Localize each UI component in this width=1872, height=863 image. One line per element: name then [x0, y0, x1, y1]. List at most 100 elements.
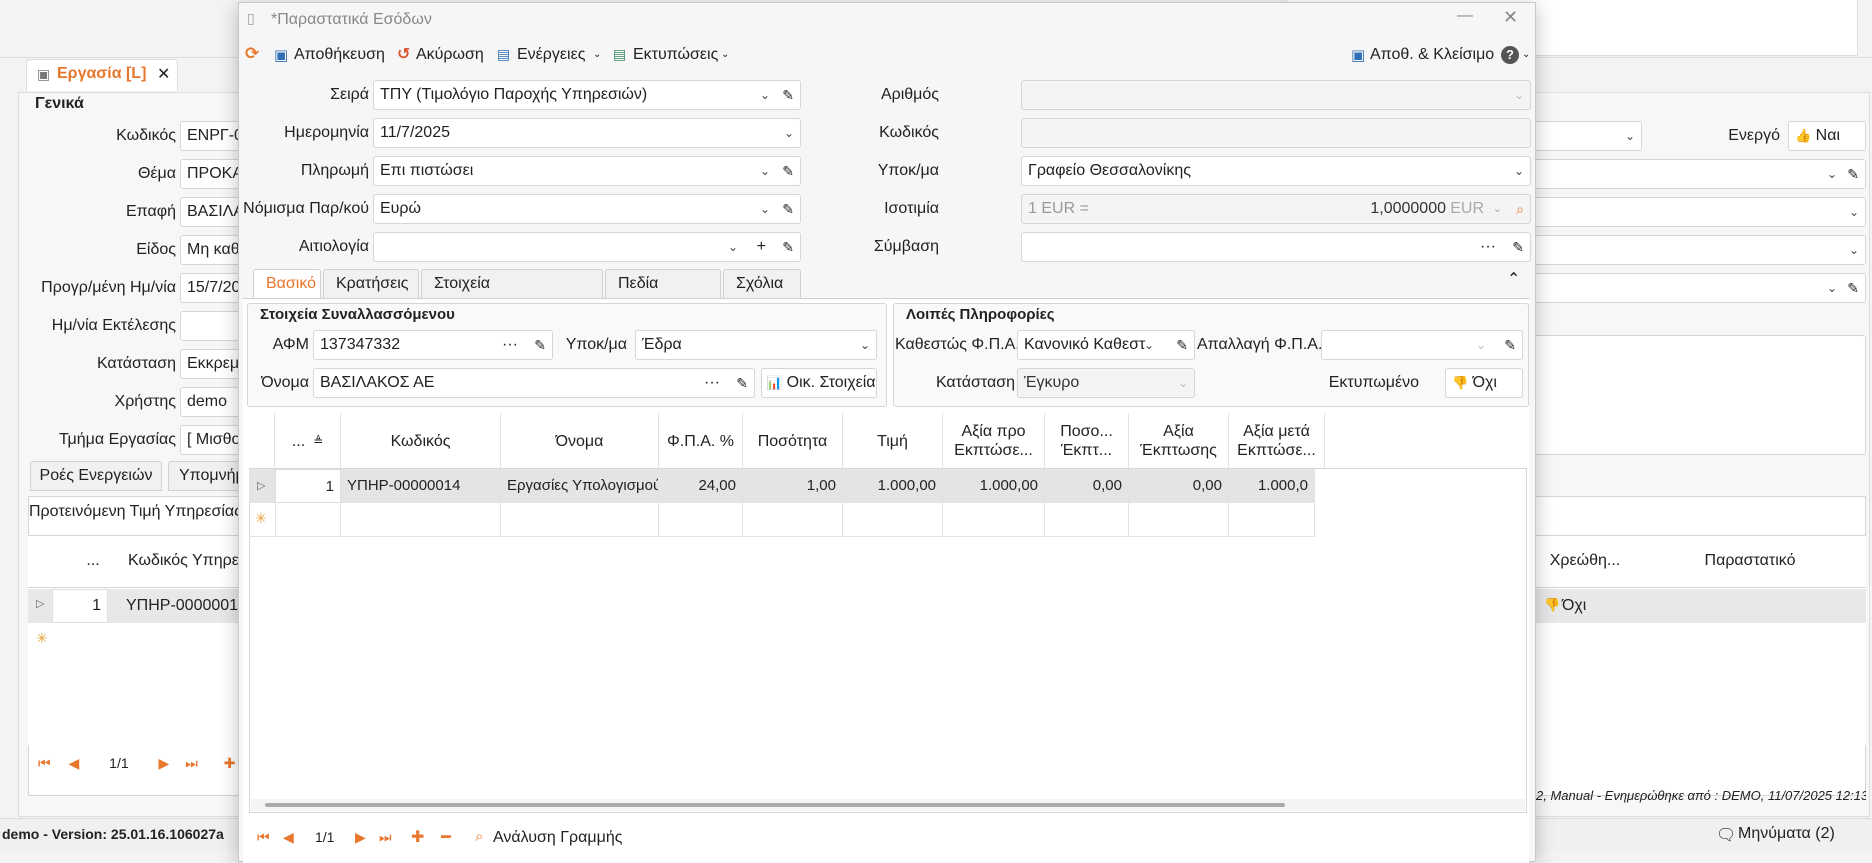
party-branch-select[interactable]: Έδρα ⌄ [635, 330, 877, 360]
save-close-button[interactable]: Αποθ. & Κλείσιμο [1370, 46, 1494, 64]
row-expand-icon[interactable]: ▷ [257, 479, 265, 492]
next-page-icon[interactable]: ▶ [159, 755, 170, 771]
currency-select[interactable]: Ευρώ ⌄ ✎ [373, 194, 801, 224]
state-select[interactable]: Έγκυρο ⌄ [1017, 368, 1195, 398]
grid-cell[interactable] [1129, 503, 1229, 537]
bg-field-right[interactable]: ⌄ [1530, 235, 1866, 265]
scrollbar-thumb[interactable] [265, 803, 1285, 807]
edit-icon[interactable]: ✎ [1504, 331, 1516, 359]
messages-icon[interactable]: 🗨 [1716, 825, 1736, 845]
bg-active-field[interactable]: 👍 Ναι [1788, 121, 1866, 151]
minimize-icon[interactable]: — [1457, 7, 1473, 25]
edit-icon[interactable]: ✎ [782, 233, 794, 261]
reason-select[interactable]: ⌄ + ✎ [373, 232, 801, 262]
first-page-icon[interactable]: ⏮ [38, 755, 51, 771]
horizontal-scrollbar[interactable] [251, 799, 1525, 811]
grid-cell[interactable] [1229, 503, 1315, 537]
edit-icon[interactable]: ✎ [1847, 274, 1859, 302]
grid-cell[interactable] [501, 503, 659, 537]
cancel-button[interactable]: Ακύρωση [416, 46, 484, 64]
payment-select[interactable]: Επι πιστώσει ⌄ ✎ [373, 156, 801, 186]
row-expand-icon[interactable]: ▷ [36, 597, 44, 610]
bg-field-right[interactable]: ⌄ ✎ [1530, 273, 1866, 303]
remove-row-icon[interactable]: ━ [441, 827, 451, 847]
edit-icon[interactable]: ✎ [782, 157, 794, 185]
next-page-icon[interactable]: ▶ [355, 829, 366, 846]
edit-icon[interactable]: ✎ [782, 195, 794, 223]
edit-icon[interactable]: ✎ [1512, 233, 1524, 261]
grid-cell-number[interactable]: 1 [275, 469, 341, 503]
grid-header-cell[interactable]: Αξία προ Εκπτώσε... [943, 413, 1045, 469]
bg-tab-task[interactable]: ▣ Εργασία [L] ✕ [26, 59, 178, 91]
grid-cell-discount-value[interactable]: 0,00 [1129, 469, 1229, 503]
grid-header-cell[interactable]: Τιμή [843, 413, 943, 469]
first-page-icon[interactable]: ⏮ [257, 829, 270, 846]
edit-icon[interactable]: ✎ [736, 369, 748, 397]
series-select[interactable]: ΤΠΥ (Τιμολόγιο Παροχής Υπηρεσιών) ⌄ ✎ [373, 80, 801, 110]
actions-menu[interactable]: Ενέργειες [517, 46, 585, 64]
help-icon[interactable]: ? [1501, 46, 1519, 64]
tab-user-fields[interactable]: Πεδία Χρήστη [605, 269, 721, 320]
close-icon[interactable]: ✕ [1503, 7, 1518, 28]
chevron-up-icon[interactable]: ⌃ [1507, 269, 1520, 289]
contract-field[interactable]: ··· ✎ [1021, 232, 1531, 262]
grid-cell-quantity[interactable]: 1,00 [743, 469, 843, 503]
add-row-icon[interactable]: ✚ [411, 827, 424, 847]
code-field[interactable] [1021, 118, 1531, 148]
edit-icon[interactable]: ✎ [534, 331, 546, 359]
bg-dropdown[interactable]: ⌄ [1530, 121, 1642, 151]
last-page-icon[interactable]: ⏭ [185, 755, 198, 771]
prints-menu[interactable]: Εκτυπώσεις [633, 46, 718, 64]
grid-cell-discount-percent[interactable]: 0,00 [1045, 469, 1129, 503]
vat-status-select[interactable]: Κανονικό Καθεστ ⌄ ✎ [1017, 330, 1195, 360]
grid-header-cell[interactable]: Αξία Έκπτωσης [1129, 413, 1229, 469]
grid-header-cell[interactable]: Ποσο... Έκπτ... [1045, 413, 1129, 469]
grid-cell-name[interactable]: Εργασίες Υπολογισμού /... [501, 469, 659, 503]
branch-select[interactable]: Γραφείο Θεσσαλονίκης ⌄ [1021, 156, 1531, 186]
number-field[interactable]: ⌄ [1021, 80, 1531, 110]
bg-subtab-notes[interactable]: Υπομνήμ [168, 461, 248, 491]
refresh-icon[interactable]: ⟳ [245, 44, 259, 64]
grid-header-cell[interactable]: ... ≜ [275, 413, 341, 469]
grid-cell[interactable] [1045, 503, 1129, 537]
bg-notes-area[interactable] [1530, 335, 1866, 455]
search-icon[interactable]: ⌕ [1516, 195, 1524, 223]
grid-header-cell[interactable]: Ποσότητα [743, 413, 843, 469]
bg-field-right[interactable]: ⌄ [1530, 197, 1866, 227]
edit-icon[interactable]: ✎ [1847, 160, 1859, 188]
new-row-icon[interactable]: ✳ [36, 630, 48, 647]
printed-field[interactable]: 👎 Όχι [1445, 368, 1523, 398]
financial-info-button[interactable]: 📊 Οικ. Στοιχεία [761, 368, 877, 398]
bg-subtab-flows[interactable]: Ροές Ενεργειών [30, 461, 162, 491]
grid-cell[interactable] [843, 503, 943, 537]
grid-header-cell[interactable]: Φ.Π.Α. % [659, 413, 743, 469]
edit-icon[interactable]: ✎ [1176, 331, 1188, 359]
grid-cell-value-after[interactable]: 1.000,0 [1229, 469, 1315, 503]
name-field[interactable]: ΒΑΣΙΛΑΚΟΣ ΑΕ ··· ✎ [313, 368, 755, 398]
new-row[interactable]: ✳ [249, 503, 1315, 537]
prev-page-icon[interactable]: ◀ [283, 829, 294, 846]
prev-page-icon[interactable]: ◀ [69, 755, 80, 771]
more-icon[interactable]: ··· [704, 369, 720, 397]
grid-cell[interactable] [341, 503, 501, 537]
grid-cell-value-before[interactable]: 1.000,00 [943, 469, 1045, 503]
afm-field[interactable]: 137347332 ··· ✎ [313, 330, 553, 360]
grid-cell-code[interactable]: ΥΠΗΡ-00000014 [341, 469, 501, 503]
more-icon[interactable]: ··· [1480, 233, 1496, 261]
add-icon[interactable]: ✚ [224, 755, 236, 771]
date-field[interactable]: 11/7/2025 ⌄ [373, 118, 801, 148]
close-icon[interactable]: ✕ [157, 64, 170, 84]
tab-comments[interactable]: Σχόλια [723, 269, 801, 299]
vat-exempt-select[interactable]: ⌄ ✎ [1321, 330, 1523, 360]
line-analysis-button[interactable]: Ανάλυση Γραμμής [493, 829, 622, 847]
grid-header-cell[interactable]: Αξία μετά Εκπτώσε... [1229, 413, 1325, 469]
add-icon[interactable]: + [757, 233, 766, 261]
bg-field-right[interactable]: ⌄ ✎ [1530, 159, 1866, 189]
table-row[interactable]: ▷ 1 ΥΠΗΡ-00000014 Εργασίες Υπολογισμού /… [249, 469, 1315, 503]
last-page-icon[interactable]: ⏭ [379, 829, 392, 846]
tab-deductions[interactable]: Κρατήσεις [323, 269, 419, 299]
messages-button[interactable]: Μηνύματα (2) [1738, 825, 1835, 843]
parity-field[interactable]: 1 EUR = 1,0000000 EUR ⌄ ⌕ [1021, 194, 1531, 224]
grid-header-cell[interactable]: Όνομα [501, 413, 659, 469]
grid-cell[interactable] [275, 503, 341, 537]
